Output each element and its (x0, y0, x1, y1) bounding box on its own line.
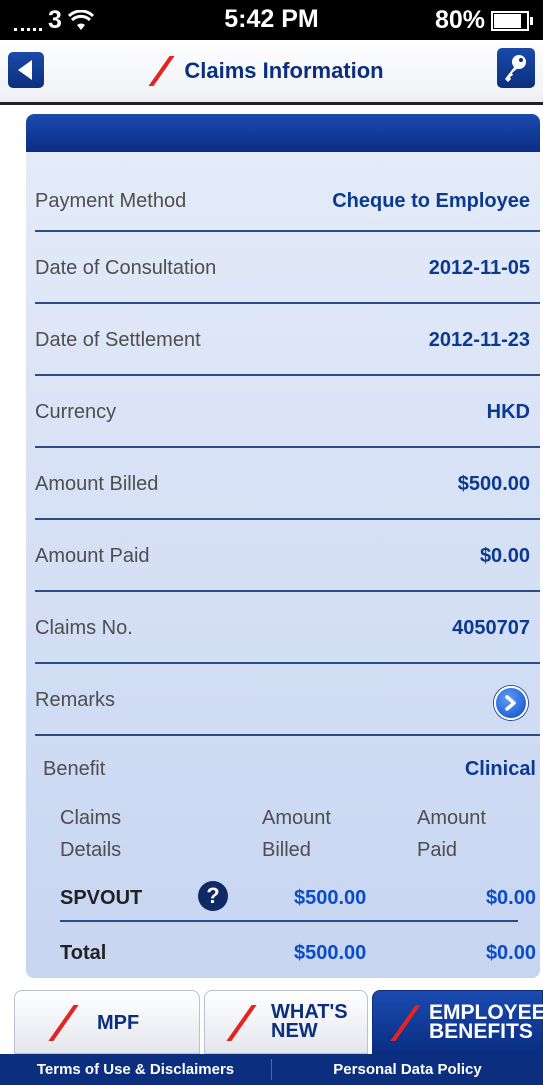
detail-label: Currency (35, 401, 117, 423)
battery-percent: 80% (434, 6, 485, 34)
panel-header (26, 114, 540, 152)
claims-table-header: Claims Details Amount Billed Amount Paid (26, 796, 540, 876)
header-line: Claims (60, 807, 122, 829)
privacy-policy-link[interactable]: Personal Data Policy (272, 1054, 543, 1085)
tab-whats-new[interactable]: WHAT'S NEW (204, 990, 368, 1054)
header-claims-details: Claims Details (60, 802, 121, 866)
detail-label: Remarks (35, 689, 116, 711)
detail-label: Date of Consultation (35, 257, 217, 279)
status-bar: 3 5:42 PM 80% (0, 0, 543, 40)
claims-panel: Payment Method Cheque to Employee Date o… (26, 114, 540, 978)
page-title-group: Claims Information (148, 56, 384, 86)
detail-row-currency: Currency HKD (35, 376, 540, 448)
details-list: Payment Method Cheque to Employee Date o… (26, 152, 540, 736)
logo-slash-icon (148, 56, 175, 86)
tab-mpf[interactable]: MPF (14, 990, 200, 1054)
battery-level (494, 13, 522, 28)
tab-label-line: BENEFITS (429, 1020, 533, 1043)
claim-item-billed: $500.00 (294, 887, 367, 909)
tab-employee-benefits[interactable]: EMPLOYEE BENEFITS (372, 990, 543, 1054)
detail-value: Cheque to Employee (332, 190, 530, 212)
detail-row-remarks[interactable]: Remarks (35, 664, 540, 736)
nav-title-wrap: Claims Information (0, 56, 543, 91)
claim-item-name: SPVOUT (60, 887, 143, 909)
detail-row-claims-no: Claims No. 4050707 (35, 592, 540, 664)
detail-label: Date of Settlement (35, 329, 201, 351)
bottom-tab-bar: MPF WHAT'S NEW EMPLOYEE BENEFITS (0, 990, 543, 1054)
logo-slash-icon (390, 1005, 421, 1041)
benefit-row: Benefit Clinical (43, 736, 540, 796)
page-title: Claims Information (184, 58, 384, 83)
footer-bar: Terms of Use & Disclaimers Personal Data… (0, 1054, 543, 1085)
key-icon (505, 55, 526, 82)
terms-link[interactable]: Terms of Use & Disclaimers (0, 1054, 271, 1085)
header-amount-billed: Amount Billed (262, 802, 331, 866)
tab-label-line: NEW (271, 1020, 318, 1042)
benefit-label: Benefit (43, 758, 106, 780)
header-amount-paid: Amount Paid (417, 802, 486, 866)
detail-row-payment-method: Payment Method Cheque to Employee (35, 152, 540, 232)
detail-value: 2012-11-23 (428, 329, 530, 351)
header-line: Details (60, 839, 122, 861)
login-key-button[interactable] (497, 48, 535, 88)
battery-indicator: 80% (434, 6, 533, 35)
detail-label: Payment Method (35, 190, 187, 212)
detail-value: $500.00 (457, 473, 530, 495)
detail-value: $0.00 (479, 545, 530, 567)
claim-item-paid: $0.00 (485, 887, 536, 909)
help-icon[interactable]: ? (198, 881, 228, 911)
tab-label: MPF (97, 1012, 140, 1034)
logo-slash-icon (48, 1005, 79, 1041)
detail-row-consultation-date: Date of Consultation 2012-11-05 (35, 232, 540, 304)
logo-slash-icon (226, 1005, 257, 1041)
header-line: Amount (417, 807, 486, 829)
detail-value: 4050707 (452, 617, 530, 639)
header-line: Paid (417, 839, 458, 861)
detail-row-settlement-date: Date of Settlement 2012-11-23 (35, 304, 540, 376)
detail-row-amount-paid: Amount Paid $0.00 (35, 520, 540, 592)
tab-label: WHAT'S NEW (271, 1002, 348, 1042)
total-row: Total $500.00 $0.00 (26, 922, 540, 978)
detail-row-amount-billed: Amount Billed $500.00 (35, 448, 540, 520)
detail-value: 2012-11-05 (428, 257, 530, 279)
detail-label: Amount Paid (35, 545, 150, 567)
header-line: Amount (262, 807, 331, 829)
navigation-bar: Claims Information (0, 40, 543, 105)
benefit-value: Clinical (464, 758, 536, 780)
total-paid: $0.00 (485, 942, 536, 964)
detail-value: HKD (486, 401, 530, 423)
tab-label: EMPLOYEE BENEFITS (429, 1002, 543, 1043)
battery-icon (491, 10, 533, 31)
total-billed: $500.00 (294, 942, 367, 964)
remarks-disclosure-button[interactable] (494, 686, 528, 720)
detail-label: Claims No. (35, 617, 133, 639)
total-label: Total (60, 942, 107, 964)
table-row: SPVOUT ? $500.00 $0.00 (26, 876, 540, 920)
detail-label: Amount Billed (35, 473, 159, 495)
chevron-right-icon (505, 695, 516, 711)
header-line: Billed (262, 839, 311, 861)
